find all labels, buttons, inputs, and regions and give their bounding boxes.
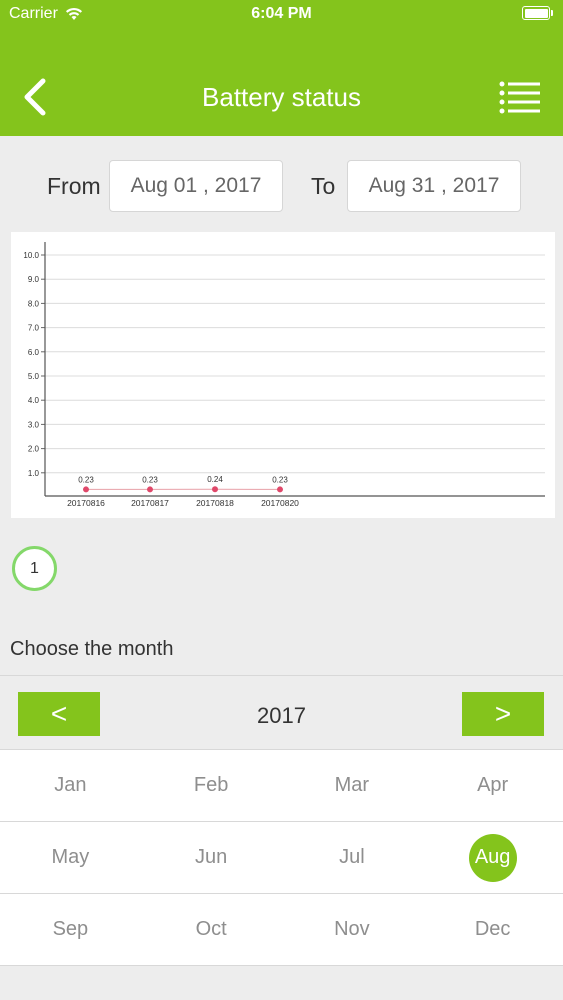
list-menu-icon [499,81,540,114]
month-cell-apr[interactable]: Apr [422,750,563,821]
data-point[interactable] [212,486,218,493]
month-cell-sep[interactable]: Sep [0,894,141,965]
month-label: Jan [54,774,87,796]
data-label: 0.24 [207,475,223,484]
data-label: 0.23 [142,475,158,484]
y-tick-label: 2.0 [28,445,40,454]
x-tick-label: 20170820 [261,498,299,508]
month-label: Dec [474,918,511,940]
month-cell-dec[interactable]: Dec [422,894,563,965]
from-date-field[interactable]: Aug 01 , 2017 [109,160,283,212]
month-cell-aug[interactable]: Aug [422,822,563,893]
data-point[interactable] [277,486,283,493]
battery-icon [522,6,553,20]
page-title: Battery status [202,82,361,112]
nav-bar: Battery status [0,56,563,136]
month-row: May Jun Jul Aug [0,822,563,894]
y-tick-label: 9.0 [28,275,40,284]
month-label: Feb [193,774,229,796]
chart-svg: 1.0 2.0 3.0 4.0 5.0 6.0 7.0 8.0 9.0 10.0 0.23 20170… [23,242,545,508]
month-cell-may[interactable]: May [0,822,141,893]
y-tick-label: 10.0 [23,251,39,260]
to-label: To [311,173,336,199]
choose-month-label: Choose the month [10,638,174,660]
month-label: Apr [477,774,509,796]
month-cell-mar[interactable]: Mar [282,750,423,821]
date-range: From Aug 01 , 2017 To Aug 31 , 2017 [0,158,563,214]
status-bar: Carrier 6:04 PM [0,0,563,30]
next-year-button[interactable]: > [462,692,544,736]
data-label: 0.23 [272,475,288,484]
y-tick-label: 3.0 [28,420,40,429]
month-row: Sep Oct Nov Dec [0,894,563,966]
y-tick-label: 8.0 [28,299,40,308]
to-date-field[interactable]: Aug 31 , 2017 [347,160,521,212]
month-label: Jul [339,846,365,868]
page-indicator[interactable]: 1 [12,546,57,591]
y-tick-label: 7.0 [28,324,40,333]
x-tick-label: 20170816 [67,498,105,508]
month-label: Nov [334,918,370,940]
status-time: 6:04 PM [251,5,312,22]
y-tick-label: 1.0 [28,469,40,478]
x-tick-label: 20170818 [196,498,234,508]
data-point[interactable] [147,486,153,493]
data-point[interactable] [83,486,89,493]
month-label: Sep [52,918,89,940]
y-tick-label: 4.0 [28,396,40,405]
month-cell-jul[interactable]: Jul [282,822,423,893]
month-cell-oct[interactable]: Oct [141,894,282,965]
month-cell-nov[interactable]: Nov [282,894,423,965]
month-label: Oct [195,918,227,940]
month-label: Mar [334,774,370,796]
from-label: From [47,173,101,199]
battery-chart: 1.0 2.0 3.0 4.0 5.0 6.0 7.0 8.0 9.0 10.0 0.23 20170… [11,232,555,518]
month-cell-feb[interactable]: Feb [141,750,282,821]
y-tick-label: 6.0 [28,348,40,357]
data-label: 0.23 [78,475,94,484]
month-cell-jun[interactable]: Jun [141,822,282,893]
year-navigator: < 2017 > [0,675,563,749]
month-cell-jan[interactable]: Jan [0,750,141,821]
month-label: Jun [195,846,228,868]
month-label: Aug [468,833,517,882]
menu-button[interactable] [499,80,541,114]
app-header: Carrier 6:04 PM Battery status [0,0,563,136]
month-label: May [51,846,90,868]
month-grid: Jan Feb Mar Apr May Jun Jul Aug Sep Oct Nov Dec [0,749,563,966]
y-tick-label: 5.0 [28,372,40,381]
x-tick-label: 20170817 [131,498,169,508]
month-row: Jan Feb Mar Apr [0,750,563,822]
